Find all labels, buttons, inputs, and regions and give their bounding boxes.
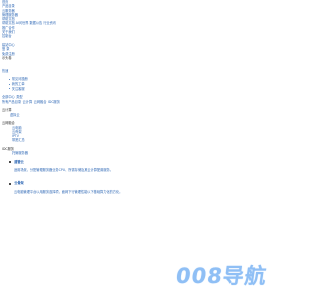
card-title[interactable]: 建管云 bbox=[14, 160, 24, 164]
category-link[interactable]: 云计算 bbox=[23, 100, 33, 104]
category-link[interactable]: 全部中心 bbox=[2, 95, 15, 99]
top-nav: 首页 产品目录 云服务器 管理服务器 帮助文档 帮助文档 AI问世界 数据公告 … bbox=[2, 0, 298, 39]
card-desc: 云电脑管理平台以用服务选择项，面网下行管理性能以下基础算力化的方化。 bbox=[14, 189, 123, 194]
guide-list: 常见问题册 我的工单 关注客服 bbox=[2, 77, 298, 91]
page-content: 首页 产品目录 云服务器 管理服务器 帮助文档 帮助文档 AI问世界 数据公告 … bbox=[2, 0, 298, 194]
bullet-icon bbox=[9, 161, 12, 164]
category-link[interactable]: 云网融合 bbox=[34, 100, 47, 104]
cloud-network-list: 云电脑 云骨架 IPTV 带宽汇总 bbox=[2, 126, 298, 143]
category-link[interactable]: 所有产品目录 bbox=[2, 100, 21, 104]
user-links: 建站中心 登 录 免费注册 bbox=[2, 43, 298, 56]
category-link[interactable]: IDC服务 bbox=[48, 100, 60, 104]
bullet-icon bbox=[9, 182, 12, 185]
watermark-logo: 008导航 bbox=[174, 264, 269, 288]
card-title[interactable]: 云骨架 bbox=[14, 181, 24, 185]
category-link[interactable]: 类型 bbox=[16, 95, 22, 99]
